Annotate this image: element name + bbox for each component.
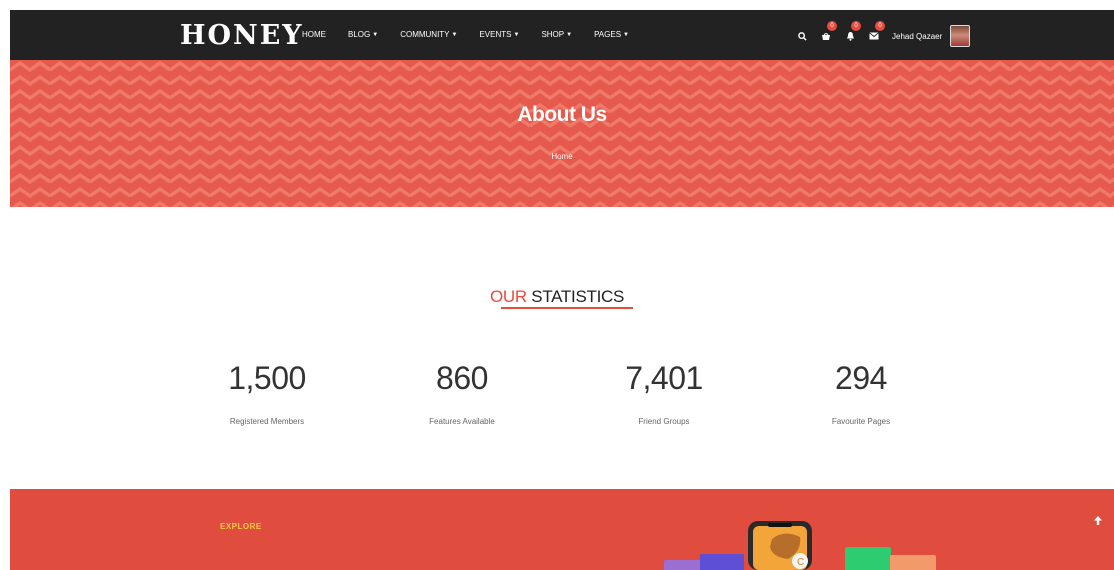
navbar-actions: 0 0 0 Jehad Qazaer [790,21,971,50]
statistics-heading-accent: OUR [489,287,527,306]
cart-icon [822,32,830,40]
statistics-heading-rest: STATISTICS [526,287,625,306]
envelope-icon [869,32,879,40]
chevron-pattern [10,60,1114,207]
nav-shop-label: SHOP [541,30,565,39]
nav-events[interactable]: EVENTS ▼ [479,30,519,39]
app-screens-mockup: C [664,521,936,570]
stat-value: 860 [436,360,488,396]
page-title: About Us [517,103,607,126]
notifications-badge: 0 [851,21,861,31]
statistics-heading: OUR STATISTICS [0,287,1114,307]
nav-home-label: HOME [302,30,326,39]
top-navbar: HONEY HOME BLOG ▼ COMMUNITY ▼ EVENTS ▼ S… [10,10,1114,60]
caret-down-icon: ▼ [513,31,520,38]
stat-favourite-pages: 294 Favourite Pages [761,360,961,426]
nav-events-label: EVENTS [479,30,512,39]
stat-features-available: 860 Features Available [362,360,562,426]
stat-label: Friend Groups [638,417,690,426]
stat-friend-groups: 7,401 Friend Groups [564,360,764,426]
breadcrumb-home[interactable]: Home [10,152,1114,161]
stat-label: Favourite Pages [831,417,891,426]
messages-button[interactable]: 0 [862,21,886,48]
main-menu: HOME BLOG ▼ COMMUNITY ▼ EVENTS ▼ SHOP ▼ … [302,30,651,39]
nav-pages-label: PAGES [594,30,622,39]
stat-value: 294 [835,360,887,396]
svg-text:C: C [797,557,804,568]
nav-shop[interactable]: SHOP ▼ [541,30,572,39]
nav-pages[interactable]: PAGES ▼ [594,30,629,39]
stat-label: Registered Members [229,417,305,426]
nav-blog-label: BLOG [348,30,371,39]
nav-community-label: COMMUNITY [400,30,450,39]
bell-icon [846,32,854,41]
avatar[interactable] [950,25,971,47]
cart-button[interactable]: 0 [814,21,838,48]
nav-community[interactable]: COMMUNITY ▼ [400,30,457,39]
caret-down-icon: ▼ [623,31,629,38]
explore-label: EXPLORE [220,522,262,531]
caret-down-icon: ▼ [451,31,458,38]
stat-label: Features Available [429,417,495,426]
caret-down-icon: ▼ [566,31,573,38]
search-button[interactable] [790,24,814,48]
stat-registered-members: 1,500 Registered Members [167,360,367,426]
cart-badge: 0 [827,21,837,31]
heading-underline [501,307,633,309]
scroll-to-top-button[interactable] [1088,510,1108,530]
search-icon [797,31,807,41]
stat-value: 1,500 [228,360,306,396]
notifications-button[interactable]: 0 [838,21,862,48]
nav-blog[interactable]: BLOG ▼ [348,30,378,39]
messages-badge: 0 [875,21,885,31]
stat-value: 7,401 [625,360,703,396]
explore-section [10,489,1114,570]
site-logo[interactable]: HONEY [180,20,304,51]
nav-home[interactable]: HOME [302,30,326,39]
user-name[interactable]: Jehad Qazaer [892,32,942,41]
arrow-up-icon [1094,515,1102,525]
caret-down-icon: ▼ [372,31,379,38]
page-hero: About Us Home [10,60,1114,207]
